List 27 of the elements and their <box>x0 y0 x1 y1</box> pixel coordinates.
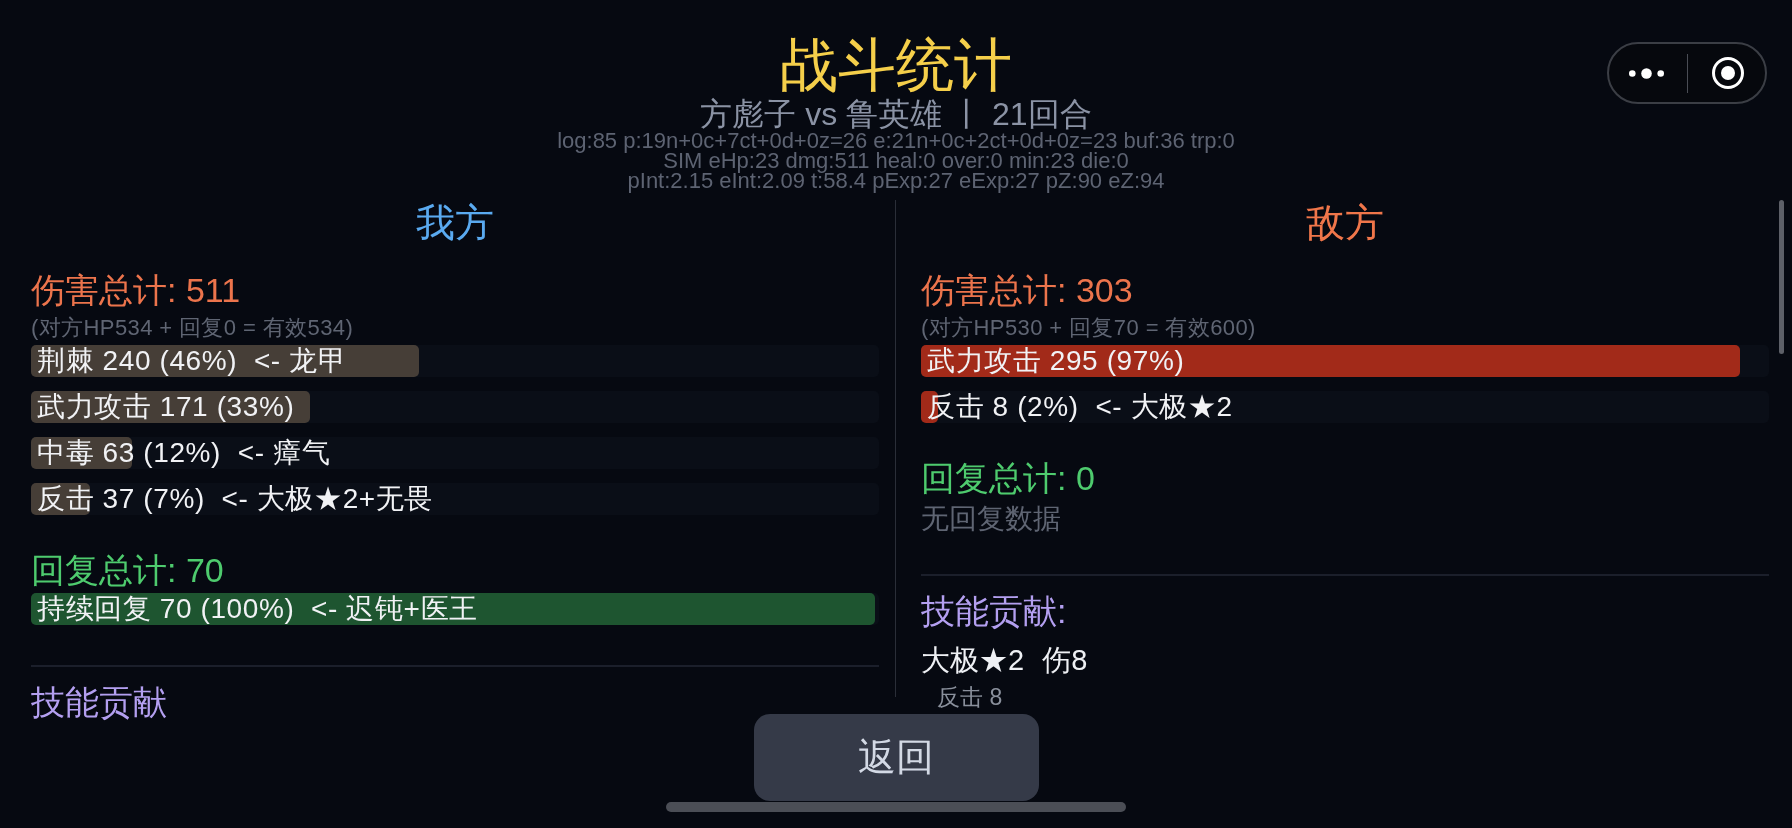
skills-heading: 技能贡献 <box>31 683 167 721</box>
side-title: 敌方 <box>1306 201 1384 245</box>
skill-name: 大极★2 <box>921 645 1025 675</box>
debug-text: log:85 p:19n+0c+7ct+0d+0z=26 e:21n+0c+2ct+0d+0z=23 buf:36 trp:0 <box>557 131 1235 151</box>
damage-note: (对方HP534 + 回复0 = 有效534) <box>31 316 354 340</box>
debug-text: SIM eHp:23 dmg:511 heal:0 over:0 min:23 die:0 <box>663 151 1129 171</box>
skills-heading: 技能贡献: <box>921 592 1067 630</box>
back-button[interactable]: 返回 <box>753 714 1039 801</box>
damage-entry: 中毒 63 (12%) <- 瘴气 <box>37 437 331 469</box>
healing-total: 回复总计: 70 <box>31 551 224 589</box>
damage-entry: 武力攻击 295 (97%) <box>927 345 1185 377</box>
skill-damage: 伤8 <box>1042 645 1088 675</box>
empty-message: 无回复数据 <box>921 504 1061 534</box>
ring-dot-icon[interactable] <box>1712 57 1744 89</box>
damage-total: 伤害总计: 303 <box>921 271 1133 309</box>
healing-total: 回复总计: 0 <box>921 459 1095 497</box>
damage-note: (对方HP530 + 回复70 = 有效600) <box>921 316 1256 340</box>
damage-entry: 反击 37 (7%) <- 大极★2+无畏 <box>37 483 433 515</box>
more-icon[interactable] <box>1629 67 1664 79</box>
damage-entry: 武力攻击 171 (33%) <box>37 391 295 423</box>
match-subtitle: 方彪子 vs 鲁英雄 丨 21回合 <box>700 97 1092 131</box>
damage-entry: 荆棘 240 (46%) <- 龙甲 <box>37 345 347 377</box>
healing-entry: 持续回复 70 (100%) <- 迟钝+医王 <box>37 593 478 625</box>
page-title: 战斗统计 <box>780 33 1012 97</box>
side-title: 我方 <box>416 201 494 245</box>
skill-detail: 反击 8 <box>937 684 1003 710</box>
damage-total: 伤害总计: 511 <box>31 271 241 309</box>
